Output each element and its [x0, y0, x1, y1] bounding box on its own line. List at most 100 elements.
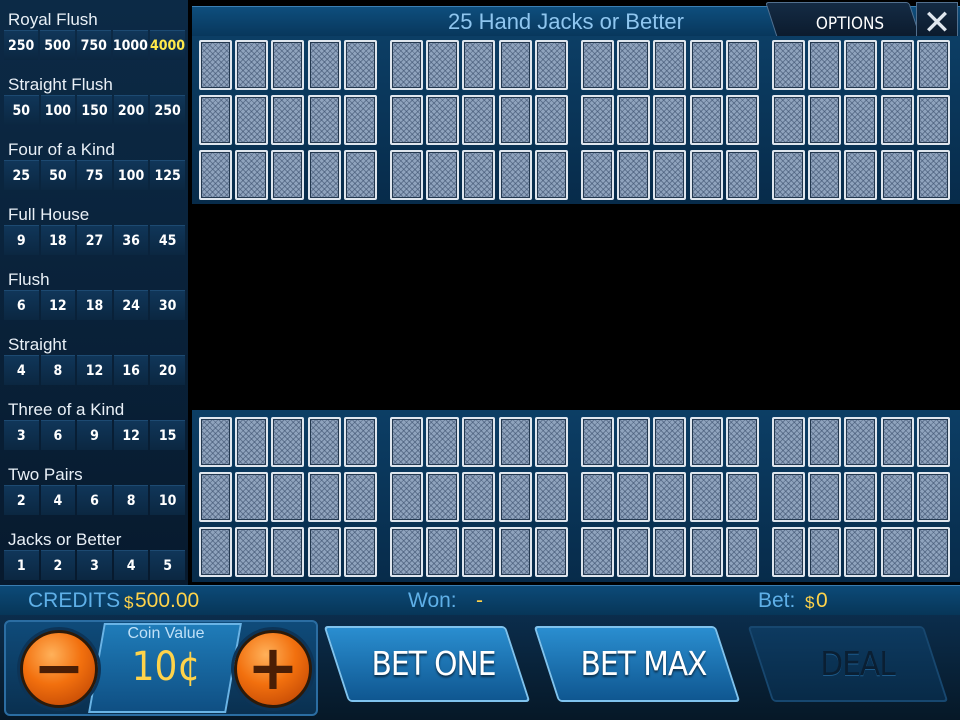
deal-button[interactable]: DEAL [760, 626, 955, 702]
paytable-payout: 27 [77, 225, 112, 255]
paytable-payouts: 12345 [3, 550, 186, 580]
card-back [426, 150, 460, 200]
card-back [307, 472, 341, 522]
paytable-row: Royal Flush 250 500 750 1000 4000 [0, 0, 188, 65]
coin-value-label: Coin Value [127, 625, 205, 642]
paytable-payout: 16 [113, 355, 149, 385]
paytable-payouts: 25 50 75 100 125 [3, 160, 186, 190]
increase-coin-button[interactable]: + [234, 630, 312, 708]
card-back [808, 472, 842, 522]
card-back [844, 417, 878, 467]
paytable-row: Full House 9 18 27 36 45 [0, 195, 188, 260]
card-back [343, 40, 377, 90]
paytable-payout: 24 [113, 290, 149, 320]
card-back [581, 527, 614, 577]
paytable-payouts: 4 8 12 16 20 [3, 355, 186, 385]
hands-bottom-band [192, 410, 960, 582]
paytable-payout: 20 [150, 355, 185, 385]
card-back [235, 150, 269, 200]
card-back [916, 40, 950, 90]
card-back [534, 150, 568, 200]
paytable-payout: 4 [40, 485, 76, 515]
coin-value: 10¢ [131, 644, 201, 690]
paytable-row: Jacks or Better 1 2 3 4 5 [0, 520, 188, 585]
paytable-payout: 4 [113, 550, 149, 580]
card-back [617, 95, 651, 145]
card-back [271, 40, 305, 90]
card-back [581, 95, 614, 145]
card-back [534, 472, 568, 522]
paytable-payout: 12 [77, 355, 112, 385]
paytable-payout: 1 [4, 550, 39, 580]
paytable-payout: 750 [76, 30, 111, 60]
card-back [199, 150, 232, 200]
card-back [534, 95, 568, 145]
card-back [307, 40, 341, 90]
card-back [808, 417, 842, 467]
decrease-coin-button[interactable]: − [20, 630, 98, 708]
card-back [916, 417, 950, 467]
card-back [271, 417, 305, 467]
paytable-payout: 1000 [112, 30, 148, 60]
card-back [462, 472, 496, 522]
paytable-payout: 9 [4, 225, 39, 255]
card-back [462, 417, 496, 467]
card-back [653, 40, 687, 90]
card-back [498, 40, 532, 90]
paytable-payout: 4 [4, 355, 39, 385]
paytable-payout: 12 [113, 420, 149, 450]
card-back [880, 472, 914, 522]
card-back [880, 150, 914, 200]
card-back [199, 472, 232, 522]
bet-currency: $ [805, 593, 815, 612]
paytable-payout: 15 [150, 420, 185, 450]
card-back [426, 40, 460, 90]
paytable-payout: 3 [77, 550, 112, 580]
paytable-payouts: 6 12 18 24 30 [3, 290, 186, 320]
card-back [653, 527, 687, 577]
card-back [581, 472, 614, 522]
card-back [307, 150, 341, 200]
paytable-payouts: 3 6 9 12 15 [3, 420, 186, 450]
card-back [844, 527, 878, 577]
paytable-payout: 500 [40, 30, 75, 60]
paytable-row: Four of a Kind 25 50 75 100 125 [0, 130, 188, 195]
paytable-hand-name: Three of a Kind [8, 400, 125, 419]
paytable-payout: 150 [77, 95, 112, 125]
paytable-payout: 50 [4, 95, 39, 125]
paytable-payout: 75 [77, 160, 112, 190]
paytable-payout: 10 [150, 485, 185, 515]
paytable-hand-name: Straight [8, 335, 67, 354]
card-back [390, 95, 423, 145]
credits-currency: $ [124, 593, 134, 612]
card-back [343, 95, 377, 145]
paytable-payout: 2 [4, 485, 39, 515]
card-back [426, 472, 460, 522]
plus-icon: + [247, 631, 299, 704]
card-back [343, 527, 377, 577]
card-back [581, 417, 614, 467]
card-back [199, 95, 232, 145]
paytable-payout: 8 [113, 485, 149, 515]
bet-one-button[interactable]: BET ONE [336, 626, 531, 702]
card-back [534, 527, 568, 577]
bet-max-button[interactable]: BET MAX [546, 626, 741, 702]
won-label: Won: [408, 589, 457, 612]
card-back [426, 417, 460, 467]
card-back [880, 40, 914, 90]
card-back [844, 472, 878, 522]
card-back [307, 417, 341, 467]
card-back [725, 150, 759, 200]
card-back [498, 150, 532, 200]
card-back [725, 40, 759, 90]
credits-label: CREDITS [28, 589, 121, 612]
card-back [844, 150, 878, 200]
card-back [653, 95, 687, 145]
card-back [617, 527, 651, 577]
card-back [307, 527, 341, 577]
card-back [725, 472, 759, 522]
card-back [617, 150, 651, 200]
paytable-payout: 6 [4, 290, 39, 320]
paytable-row: Two Pairs 2 4 6 8 10 [0, 455, 188, 520]
paytable-payout: 3 [4, 420, 39, 450]
